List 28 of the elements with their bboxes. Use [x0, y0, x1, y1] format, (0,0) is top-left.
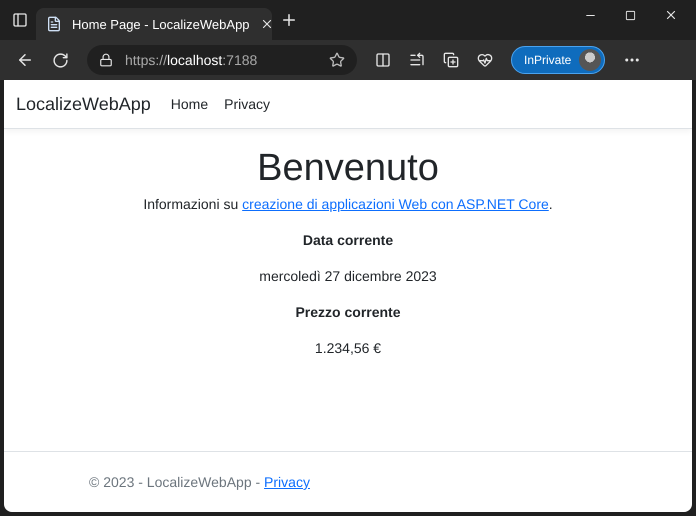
- browser-tab[interactable]: Home Page - LocalizeWebApp: [36, 8, 272, 40]
- health-icon[interactable]: [477, 52, 493, 68]
- inprivate-button[interactable]: InPrivate: [511, 46, 606, 74]
- star-icon[interactable]: [329, 52, 345, 68]
- page-heading: Benvenuto: [257, 147, 439, 190]
- section-value: mercoledì 27 dicembre 2023: [259, 268, 437, 284]
- nav-link[interactable]: Privacy: [224, 96, 270, 112]
- privacy-link[interactable]: Privacy: [264, 474, 310, 490]
- footer-text: © 2023 - LocalizeWebApp -: [89, 474, 262, 490]
- avatar-icon: [579, 49, 602, 71]
- section-label: Prezzo corrente: [295, 304, 401, 320]
- split-screen-icon[interactable]: [375, 52, 391, 68]
- intro-text: Informazioni su creazione di applicazioni Web con ASP.NET Core.: [143, 196, 553, 212]
- maximize-icon[interactable]: [625, 8, 636, 22]
- page-icon: [46, 16, 62, 32]
- new-tab-icon[interactable]: [280, 11, 298, 29]
- nav-link[interactable]: Home: [170, 96, 208, 112]
- sidebar-icon[interactable]: [12, 12, 28, 28]
- lock-icon: [99, 53, 113, 67]
- close-icon[interactable]: [664, 8, 678, 22]
- brand-link[interactable]: LocalizeWebApp: [16, 94, 151, 114]
- collections-icon[interactable]: [443, 52, 459, 68]
- back-icon[interactable]: [16, 51, 34, 69]
- section-value: 1.234,56 €: [314, 340, 382, 356]
- refresh-icon[interactable]: [52, 52, 69, 68]
- docs-link[interactable]: creazione di applicazioni Web con ASP.NET Core: [242, 196, 549, 212]
- address-field[interactable]: https://localhost:7188: [87, 45, 357, 75]
- section-label: Data corrente: [302, 232, 394, 248]
